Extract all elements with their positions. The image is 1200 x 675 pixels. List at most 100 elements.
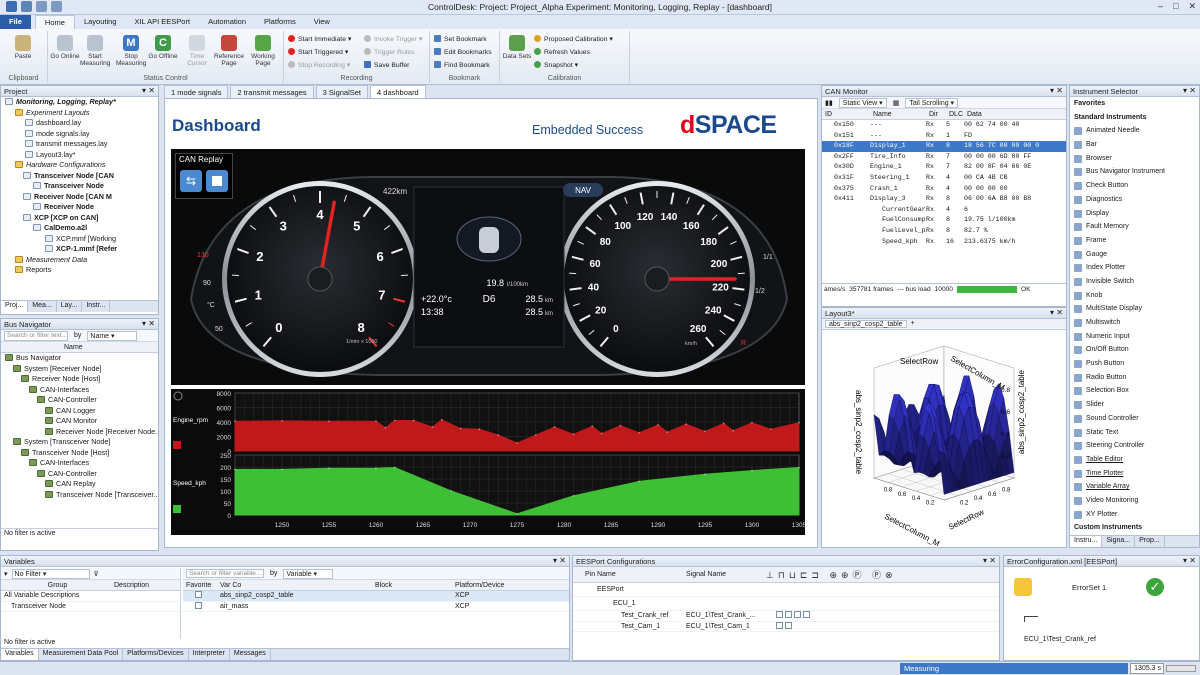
series-swatch[interactable]	[173, 441, 181, 449]
project-tree-item[interactable]: transmit messages.lay	[1, 139, 158, 150]
reference-page-button[interactable]: Reference Page	[214, 35, 244, 67]
can-row[interactable]: FuelLevel_p..Rx 8 82.7 %	[822, 226, 1066, 237]
project-tree-item[interactable]: Layout3.lay*	[1, 150, 158, 161]
go-offline-button[interactable]: C Go Offline	[148, 35, 178, 60]
bus-tree-item[interactable]: Receiver Node [Receiver Node...	[1, 427, 158, 438]
instrument-xy-plotter[interactable]: XY Plotter	[1070, 508, 1199, 522]
data-sets-button[interactable]: Data Sets	[502, 35, 532, 60]
eesport-root-row[interactable]: EESPort	[573, 583, 999, 597]
project-tree-item[interactable]: Receiver Node	[1, 202, 158, 213]
col-block[interactable]: Block	[372, 580, 452, 590]
instrument-custom-instruments[interactable]: Custom Instruments	[1070, 521, 1199, 535]
expand-icon[interactable]	[822, 141, 834, 152]
ribbon-tab-xil-api-eesport[interactable]: XIL API EESPort	[125, 15, 199, 29]
maximize-icon[interactable]: □	[1173, 1, 1178, 12]
instrument-multiswitch[interactable]: Multiswitch	[1070, 316, 1199, 330]
col-group[interactable]: Group	[1, 580, 111, 590]
instrument-video-monitoring[interactable]: Video Monitoring	[1070, 494, 1199, 508]
hand-icon[interactable]	[1014, 578, 1032, 596]
bus-tree-item[interactable]: Transceiver Node [Transceiver...	[1, 490, 158, 501]
bus-tree-item[interactable]: CAN-Controller	[1, 469, 158, 480]
series-swatch[interactable]	[173, 505, 181, 513]
group-row[interactable]: Transceiver Node	[1, 602, 180, 612]
bus-tree-item[interactable]: Transceiver Node [Host]	[1, 448, 158, 459]
instrument-bar[interactable]: Bar	[1070, 138, 1199, 152]
col-signal-name[interactable]: Signal Name	[683, 567, 763, 582]
variable-by-select[interactable]: Variable ▾	[283, 568, 334, 579]
error-checkbox[interactable]	[784, 621, 792, 629]
ribbon-tab-platforms[interactable]: Platforms	[255, 15, 305, 29]
project-tab[interactable]: Lay...	[57, 301, 83, 312]
error-checkbox[interactable]	[776, 621, 783, 629]
project-tree-item[interactable]: Transceiver Node [CAN	[1, 171, 158, 182]
project-tree-item[interactable]: XCP.mmf [Working	[1, 234, 158, 245]
expand-icon[interactable]	[822, 173, 834, 184]
bus-tree-item[interactable]: System [Receiver Node]	[1, 364, 158, 375]
col-variable[interactable]: Var Co	[217, 580, 372, 590]
trigger-rules-button[interactable]: Trigger Rules	[364, 48, 415, 58]
pause-icon[interactable]: ▮▮	[825, 99, 833, 107]
close-icon[interactable]: ✕	[1188, 1, 1196, 12]
close-icon[interactable]: ▾ ✕	[142, 86, 155, 95]
bus-by-select[interactable]: Name ▾	[87, 330, 138, 341]
col-pin-name[interactable]: Pin Name	[573, 567, 683, 582]
instrument-selector-tab[interactable]: Signa...	[1102, 536, 1136, 547]
snapshot-button[interactable]: Snapshot ▾	[534, 61, 578, 71]
instrument-static-text[interactable]: Static Text	[1070, 426, 1199, 440]
ribbon-tab-automation[interactable]: Automation	[199, 15, 255, 29]
bus-tree-item[interactable]: Receiver Node [Host]	[1, 374, 158, 385]
go-online-button[interactable]: Go Online	[50, 35, 80, 60]
invoke-trigger-button[interactable]: Invoke Trigger ▾	[364, 35, 422, 45]
instrument-bus-navigator-instrument[interactable]: Bus Navigator Instrument	[1070, 165, 1199, 179]
paste-button[interactable]: Paste	[8, 35, 38, 60]
project-tree-item[interactable]: Receiver Node [CAN M	[1, 192, 158, 203]
bus-tree-item[interactable]: CAN-Controller	[1, 395, 158, 406]
funnel-icon[interactable]: ⊽	[94, 570, 99, 578]
minimize-icon[interactable]: –	[1158, 1, 1163, 12]
can-row[interactable]: 0x31F Steering_1 Rx 4 00 CA 4B CB	[822, 173, 1066, 184]
close-icon[interactable]: ▾ ✕	[1183, 86, 1196, 95]
variables-tab[interactable]: Variables	[1, 649, 39, 660]
bus-tree-item[interactable]: CAN-Interfaces	[1, 458, 158, 469]
instrument-standard-instruments[interactable]: Standard Instruments	[1070, 111, 1199, 125]
instrument-frame[interactable]: Frame	[1070, 234, 1199, 248]
find-bookmark-button[interactable]: Find Bookmark	[434, 61, 490, 71]
stop-recording-button[interactable]: Stop Recording ▾	[288, 61, 350, 71]
project-tree-item[interactable]: CalDemo.a2l	[1, 223, 158, 234]
project-tree-item[interactable]: Reports	[1, 265, 158, 276]
project-tree-item[interactable]: Measurement Data	[1, 255, 158, 266]
instrument-variable-array[interactable]: Variable Array	[1070, 480, 1199, 494]
project-tab[interactable]: Instr...	[82, 301, 111, 312]
expand-icon[interactable]	[822, 131, 834, 142]
error-checkbox[interactable]	[793, 611, 801, 618]
bus-tree-item[interactable]: System [Transceiver Node]	[1, 437, 158, 448]
instrument-time-plotter[interactable]: Time Plotter	[1070, 467, 1199, 481]
bus-tree-item[interactable]: CAN Logger	[1, 406, 158, 417]
can-row[interactable]: 0x411 Display_3 Rx 8 06 00 6A B8 00 B8	[822, 194, 1066, 205]
set-bookmark-button[interactable]: Set Bookmark	[434, 35, 487, 45]
favorite-checkbox[interactable]	[195, 601, 202, 609]
instrument-favorites[interactable]: Favorites	[1070, 97, 1199, 111]
start-triggered-button[interactable]: Start Triggered ▾	[288, 48, 348, 58]
instrument-radio-button[interactable]: Radio Button	[1070, 371, 1199, 385]
instrument-check-button[interactable]: Check Button	[1070, 179, 1199, 193]
can-row[interactable]: Speed_kph Rx 16 213.6375 km/h	[822, 237, 1066, 248]
stop-measuring-button[interactable]: M Stop Measuring	[116, 35, 146, 67]
save-buffer-button[interactable]: Save Buffer	[364, 61, 409, 71]
instrument-diagnostics[interactable]: Diagnostics	[1070, 193, 1199, 207]
close-icon[interactable]: ▾ ✕	[142, 319, 155, 328]
replay-loop-button[interactable]: ⇆	[180, 170, 202, 192]
can-row[interactable]: 0x150 --- Rx 5 00 62 74 00 40	[822, 120, 1066, 131]
project-tree-item[interactable]: Transceiver Node	[1, 181, 158, 192]
ecu-row[interactable]: ECU_1	[573, 597, 999, 611]
variables-tab[interactable]: Messages	[230, 649, 271, 660]
instrument-knob[interactable]: Knob	[1070, 289, 1199, 303]
proposed-calibration-button[interactable]: Proposed Calibration ▾	[534, 35, 613, 45]
variable-search-input[interactable]: Search or filter variable ...	[186, 569, 264, 578]
tail-scrolling-button[interactable]: Tail Scrolling ▾	[905, 97, 959, 108]
instrument-display[interactable]: Display	[1070, 207, 1199, 221]
instrument-animated-needle[interactable]: Animated Needle	[1070, 124, 1199, 138]
plotter-settings-icon[interactable]	[173, 391, 183, 401]
instrument-selector-tab[interactable]: Instru...	[1070, 536, 1103, 547]
col-platform[interactable]: Platform/Device	[452, 580, 552, 590]
